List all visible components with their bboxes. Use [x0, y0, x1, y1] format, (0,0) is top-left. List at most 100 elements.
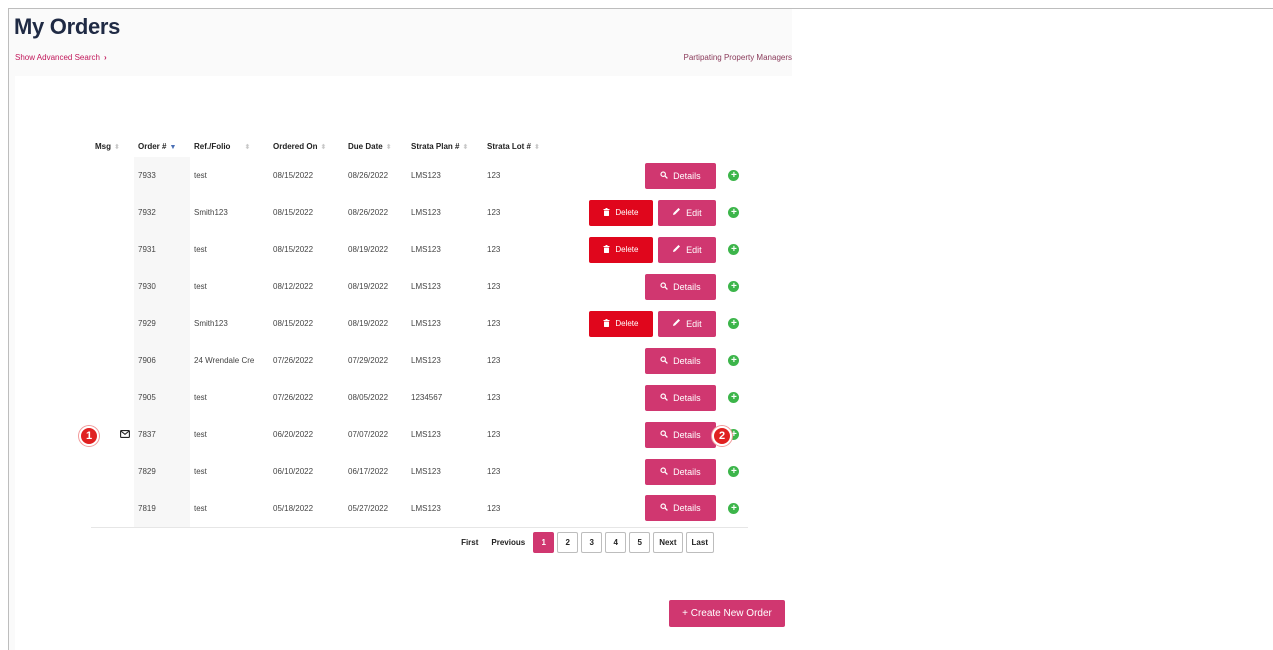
column-header-add: [720, 136, 748, 157]
details-button[interactable]: Details: [644, 421, 716, 448]
pagination-page-5[interactable]: 5: [629, 532, 651, 553]
details-button[interactable]: Details: [644, 347, 716, 374]
actions-cell: Details: [544, 416, 720, 453]
column-header-strata-lot[interactable]: Strata Lot # ⬍: [483, 136, 544, 157]
add-circle-icon[interactable]: +: [728, 392, 740, 403]
ordered-on-cell: 07/26/2022: [273, 356, 314, 365]
chevron-right-icon: ›: [103, 53, 107, 62]
edit-button[interactable]: Edit: [657, 199, 716, 226]
edit-button[interactable]: Edit: [657, 236, 716, 263]
strata-plan-cell: LMS123: [411, 356, 441, 365]
column-header-due-date[interactable]: Due Date ⬍: [344, 136, 407, 157]
ref-folio-cell: test: [194, 393, 207, 402]
search-icon: [660, 281, 673, 292]
strata-lot-cell: 123: [487, 356, 501, 365]
order-number-cell: 7929: [134, 305, 190, 342]
trash-icon: [603, 318, 615, 329]
column-header-msg[interactable]: Msg ⬍: [91, 136, 134, 157]
table-header-row: Msg ⬍ Order # ▼ Ref./Folio ⬍ Ordered On ⬍ Du…: [91, 136, 748, 157]
table-row: 7819 test 05/18/2022 05/27/2022 LMS123 123 Det…: [91, 490, 748, 528]
search-icon: [660, 466, 673, 477]
strata-lot-cell: 123: [487, 430, 501, 439]
ref-folio-cell: test: [194, 171, 207, 180]
table-row: 7930 test 08/12/2022 08/19/2022 LMS123 123 Det…: [91, 268, 748, 305]
strata-plan-cell: LMS123: [407, 490, 483, 528]
actions-cell: Details: [544, 342, 720, 379]
add-circle-icon[interactable]: +: [728, 244, 740, 255]
pagination-page-4[interactable]: 4: [605, 532, 627, 553]
delete-button[interactable]: Delete: [588, 236, 653, 263]
actions-cell: Delete Edit: [544, 305, 720, 342]
strata-plan-cell: LMS123: [411, 430, 441, 439]
details-button[interactable]: Details: [644, 273, 716, 300]
ordered-on-cell: 08/15/2022: [273, 245, 314, 254]
strata-lot-cell: 123: [483, 490, 544, 528]
edit-button[interactable]: Edit: [657, 310, 716, 337]
sort-icon: ⬍: [320, 144, 327, 151]
ordered-on-cell: 08/15/2022: [273, 319, 314, 328]
msg-cell: [91, 342, 134, 379]
advanced-search-link[interactable]: Show Advanced Search ›: [15, 53, 107, 62]
search-icon: [660, 355, 673, 366]
strata-lot-cell: 123: [487, 208, 501, 217]
actions-cell: Details: [544, 379, 720, 416]
actions-cell: Delete Edit: [544, 231, 720, 268]
add-circle-icon[interactable]: +: [728, 318, 740, 329]
envelope-icon[interactable]: [120, 429, 130, 440]
add-cell: +: [720, 194, 748, 231]
pagination-next[interactable]: Next: [653, 532, 683, 553]
column-header-order[interactable]: Order # ▼: [134, 136, 190, 157]
actions-cell: Details: [543, 490, 720, 528]
sort-icon: ⬍: [244, 144, 251, 151]
search-icon: [660, 392, 673, 403]
ref-folio-cell: test: [194, 245, 207, 254]
add-cell: +: [720, 342, 748, 379]
order-number-cell: 7819: [134, 490, 190, 528]
order-number-cell: 7930: [134, 268, 190, 305]
pagination-page-3[interactable]: 3: [581, 532, 603, 553]
property-managers-link[interactable]: Partipating Property Managers: [684, 53, 793, 62]
pagination-page-2[interactable]: 2: [557, 532, 579, 553]
details-button[interactable]: Details: [644, 458, 716, 485]
details-button[interactable]: Details: [644, 384, 716, 411]
add-circle-icon[interactable]: +: [728, 466, 740, 477]
table-row: 7931 test 08/15/2022 08/19/2022 LMS123 123 Del…: [91, 231, 748, 268]
msg-cell: [91, 490, 134, 528]
search-icon: [660, 429, 673, 440]
table-row: 7929 Smith123 08/15/2022 08/19/2022 LMS123 12…: [91, 305, 748, 342]
add-circle-icon[interactable]: +: [728, 207, 740, 218]
create-new-order-button[interactable]: + Create New Order: [669, 600, 785, 627]
table-row: 7933 test 08/15/2022 08/26/2022 LMS123 123 Det…: [91, 157, 748, 194]
add-circle-icon[interactable]: +: [728, 170, 740, 181]
pagination-page-1[interactable]: 1: [533, 532, 555, 553]
table-row: 7906 24 Wrendale Cre 07/26/2022 07/29/2022 L…: [91, 342, 748, 379]
add-circle-icon[interactable]: +: [728, 281, 740, 292]
order-number-cell: 7906: [134, 342, 190, 379]
strata-lot-cell: 123: [487, 282, 501, 291]
column-header-actions: [544, 136, 720, 157]
actions-cell: Delete Edit: [544, 194, 720, 231]
order-number-cell: 7932: [134, 194, 190, 231]
trash-icon: [603, 207, 615, 218]
add-circle-icon[interactable]: +: [728, 502, 740, 514]
column-header-ordered-on[interactable]: Ordered On ⬍: [269, 136, 344, 157]
add-cell: +: [720, 305, 748, 342]
details-button[interactable]: Details: [644, 162, 716, 189]
ref-folio-cell: Smith123: [194, 208, 228, 217]
add-circle-icon[interactable]: +: [728, 355, 740, 366]
strata-plan-cell: LMS123: [411, 467, 441, 476]
pagination-first[interactable]: First: [456, 538, 483, 547]
column-header-ref[interactable]: Ref./Folio ⬍: [190, 136, 269, 157]
delete-button[interactable]: Delete: [588, 310, 653, 337]
due-date-cell: 08/05/2022: [348, 393, 389, 402]
pagination-last[interactable]: Last: [685, 532, 714, 553]
delete-button[interactable]: Delete: [588, 199, 653, 226]
pagination-previous[interactable]: Previous: [486, 538, 530, 547]
column-header-strata-plan[interactable]: Strata Plan # ⬍: [407, 136, 483, 157]
add-cell: +: [720, 157, 748, 194]
details-button[interactable]: Details: [644, 495, 716, 522]
table-row: 7932 Smith123 08/15/2022 08/26/2022 LMS123 12…: [91, 194, 748, 231]
strata-lot-cell: 123: [487, 393, 501, 402]
due-date-cell: 08/26/2022: [348, 171, 389, 180]
strata-plan-cell: LMS123: [411, 245, 441, 254]
